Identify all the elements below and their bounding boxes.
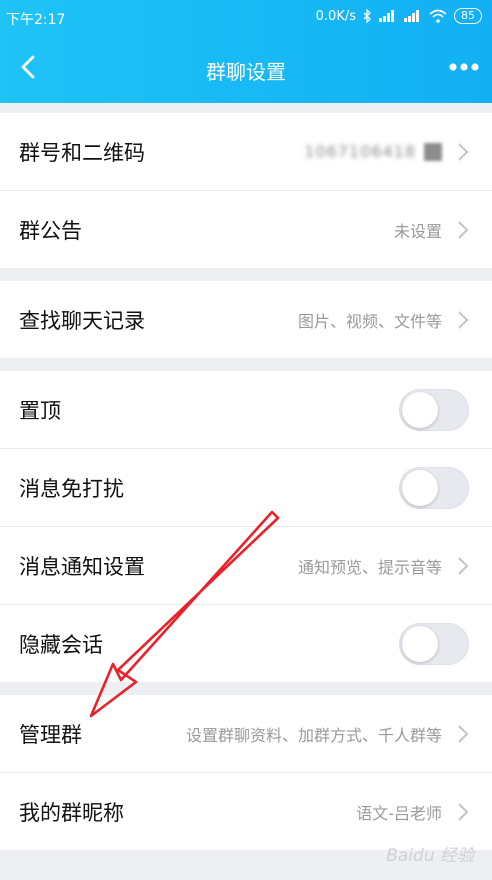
notification-settings-row[interactable]: 消息通知设置 通知预览、提示音等 — [0, 527, 492, 605]
toggle-knob — [402, 391, 438, 428]
group-id-qrcode-row[interactable]: 群号和二维码 1067106418 — [0, 113, 492, 191]
app-header: 下午2:17 0.0K/s 85 群聊设置 — [0, 0, 492, 103]
signal-icon-2 — [404, 10, 422, 22]
row-label: 隐藏会话 — [19, 632, 103, 657]
row-label: 消息通知设置 — [19, 554, 145, 579]
settings-list: 群号和二维码 1067106418 群公告 未设置 查找聊天记录 图片、视频、文… — [0, 103, 492, 850]
row-value: 图片、视频、文件等 — [297, 311, 442, 331]
nav-bar: 群聊设置 — [0, 34, 492, 103]
search-chat-history-row[interactable]: 查找聊天记录 图片、视频、文件等 — [0, 281, 492, 358]
qrcode-icon — [424, 143, 442, 162]
row-value: 1067106418 — [304, 142, 442, 162]
hide-conversation-toggle[interactable] — [399, 622, 469, 665]
row-label: 群号和二维码 — [19, 140, 145, 165]
status-time: 下午2:17 — [6, 12, 66, 28]
section-gap — [0, 103, 492, 113]
settings-group-info: 群号和二维码 1067106418 群公告 未设置 — [0, 113, 492, 268]
row-label: 我的群昵称 — [19, 800, 124, 825]
status-bar: 下午2:17 0.0K/s 85 — [0, 0, 492, 34]
group-id-value: 1067106418 — [304, 141, 416, 161]
do-not-disturb-toggle[interactable] — [399, 466, 469, 509]
my-group-nickname-row[interactable]: 我的群昵称 语文-吕老师 — [0, 773, 492, 850]
group-announcement-row[interactable]: 群公告 未设置 — [0, 191, 492, 268]
settings-group-notify: 置顶 消息免打扰 消息通知设置 通知预览、提示音等 隐藏会话 — [0, 371, 492, 682]
more-icon[interactable] — [448, 62, 480, 72]
bluetooth-icon — [363, 9, 371, 23]
battery-indicator: 85 — [454, 8, 482, 24]
chevron-right-icon — [458, 310, 469, 329]
settings-group-search: 查找聊天记录 图片、视频、文件等 — [0, 281, 492, 358]
chevron-right-icon — [458, 724, 469, 743]
row-label: 管理群 — [19, 722, 82, 747]
do-not-disturb-row: 消息免打扰 — [0, 449, 492, 527]
row-label: 群公告 — [19, 218, 82, 243]
row-value: 语文-吕老师 — [356, 803, 442, 823]
row-value: 未设置 — [393, 221, 442, 241]
network-speed: 0.0K/s — [315, 8, 356, 24]
row-label: 消息免打扰 — [19, 476, 124, 501]
chevron-right-icon — [458, 220, 469, 239]
manage-group-row[interactable]: 管理群 设置群聊资料、加群方式、千人群等 — [0, 695, 492, 773]
status-icons: 0.0K/s 85 — [316, 8, 482, 24]
pin-to-top-row: 置顶 — [0, 371, 492, 449]
page-title: 群聊设置 — [206, 60, 286, 84]
wifi-icon — [429, 9, 447, 23]
row-value: 设置群聊资料、加群方式、千人群等 — [185, 725, 442, 745]
chevron-right-icon — [458, 142, 469, 161]
signal-icon — [379, 10, 397, 22]
watermark: Baidu 经验 — [386, 846, 474, 866]
section-gap — [0, 268, 492, 281]
toggle-knob — [402, 469, 438, 506]
chevron-right-icon — [458, 802, 469, 821]
section-gap — [0, 358, 492, 371]
row-label: 置顶 — [19, 398, 61, 423]
toggle-knob — [402, 625, 438, 662]
settings-group-manage: 管理群 设置群聊资料、加群方式、千人群等 我的群昵称 语文-吕老师 — [0, 695, 492, 850]
section-gap — [0, 682, 492, 695]
row-value: 通知预览、提示音等 — [297, 557, 442, 577]
hide-conversation-row: 隐藏会话 — [0, 605, 492, 682]
row-label: 查找聊天记录 — [19, 308, 145, 333]
pin-to-top-toggle[interactable] — [399, 388, 469, 431]
chevron-right-icon — [458, 556, 469, 575]
